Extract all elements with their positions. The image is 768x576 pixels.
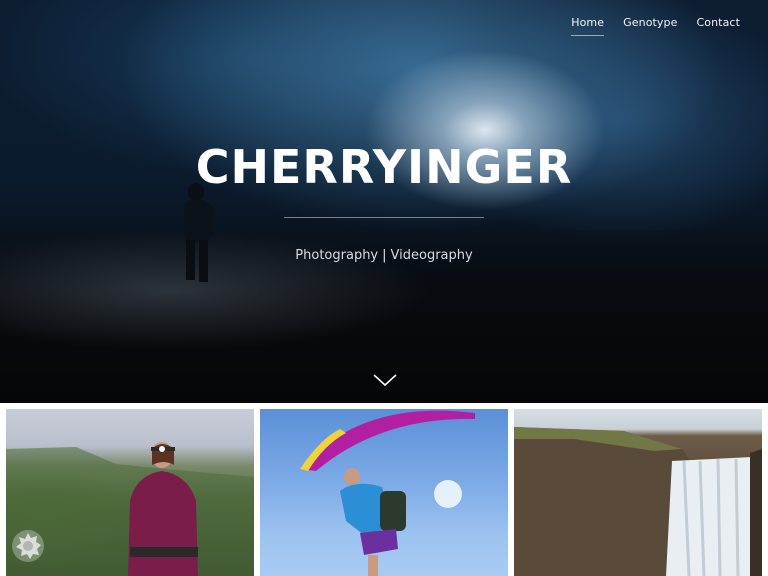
site-tagline: Photography | Videography xyxy=(0,248,768,263)
title-divider xyxy=(284,217,484,218)
tagline-photography: Photography xyxy=(295,248,379,263)
hero-figure-silhouette xyxy=(184,183,214,282)
waterfall-photo xyxy=(514,427,762,576)
cookie-settings-button[interactable] xyxy=(12,530,44,562)
main-nav: Home Genotype Contact xyxy=(571,16,740,36)
nav-contact[interactable]: Contact xyxy=(697,16,741,36)
site-title: CHERRYINGER xyxy=(195,140,573,194)
paraglider-photo xyxy=(300,410,475,576)
tagline-separator: | xyxy=(382,248,387,263)
tagline-videography: Videography xyxy=(390,248,473,263)
nav-home[interactable]: Home xyxy=(571,16,605,36)
hero-section: Home Genotype Contact CHERRYINGER Photog… xyxy=(0,0,768,403)
gallery-section xyxy=(0,403,768,576)
chevron-down-icon[interactable] xyxy=(372,372,398,388)
gallery-tile-waterfall[interactable] xyxy=(514,409,762,576)
gallery-tile-paraglider[interactable] xyxy=(260,409,508,576)
nav-genotype[interactable]: Genotype xyxy=(623,16,677,36)
cookie-settings-icon xyxy=(16,533,41,559)
